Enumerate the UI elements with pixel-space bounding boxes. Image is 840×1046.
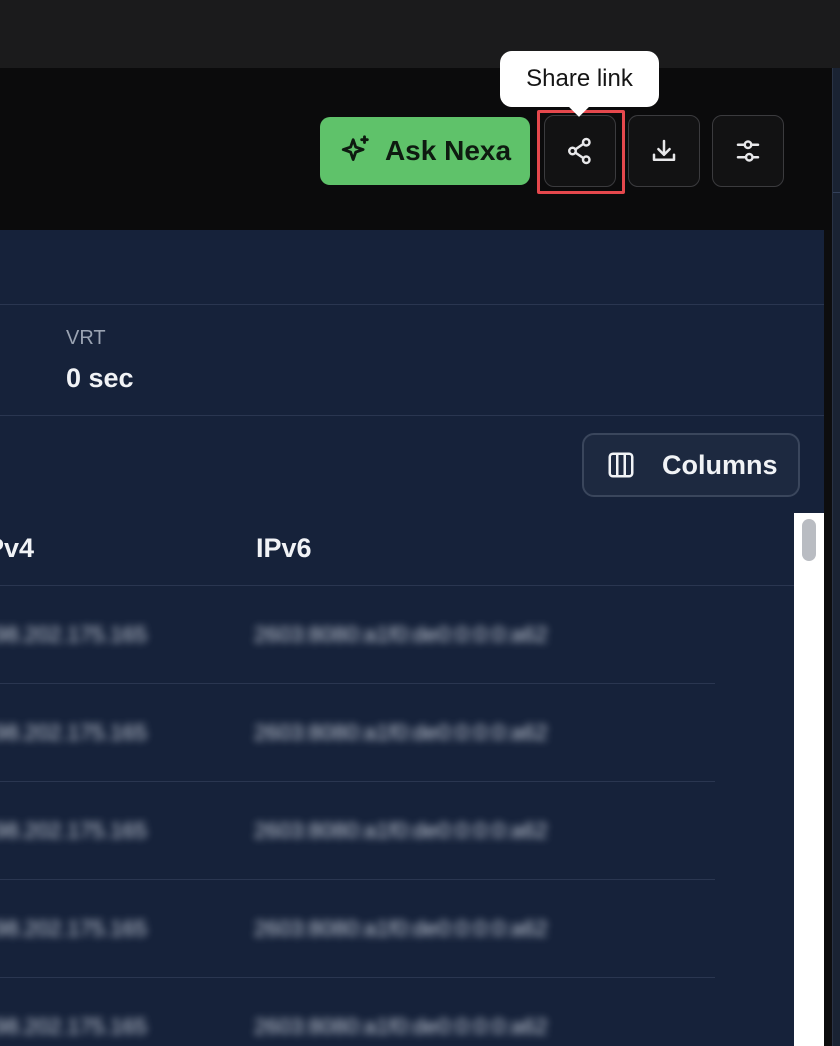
download-button[interactable] xyxy=(628,115,700,187)
divider xyxy=(833,192,840,193)
ipv4-cell: 98.202.175.165 xyxy=(0,720,147,745)
ipv4-cell: 98.202.175.165 xyxy=(0,818,147,843)
column-header-ipv6[interactable]: IPv6 xyxy=(256,533,312,564)
ask-nexa-label: Ask Nexa xyxy=(384,135,512,166)
vrt-value: 0 sec xyxy=(66,363,134,393)
scrollbar-thumb[interactable] xyxy=(802,519,816,561)
share-icon xyxy=(568,137,591,165)
ipv6-cell: 2603:8080:a1f0:de0:0:0:0:a62 xyxy=(254,720,548,745)
table-row[interactable]: 98.202.175.165 2603:8080:a1f0:de0:0:0:0:… xyxy=(0,782,715,880)
share-link-button[interactable] xyxy=(544,115,616,187)
ipv4-cell: 98.202.175.165 xyxy=(0,1014,147,1039)
table-row[interactable]: 98.202.175.165 2603:8080:a1f0:de0:0:0:0:… xyxy=(0,978,715,1046)
ipv6-cell: 2603:8080:a1f0:de0:0:0:0:a62 xyxy=(254,916,548,941)
vrt-label: VRT xyxy=(66,327,106,349)
right-edge-panel xyxy=(832,68,840,1046)
ipv6-cell: 2603:8080:a1f0:de0:0:0:0:a62 xyxy=(254,622,548,647)
tooltip-text: Share link xyxy=(526,65,633,92)
ipv6-cell: 2603:8080:a1f0:de0:0:0:0:a62 xyxy=(254,1014,548,1039)
table-scrollbar[interactable] xyxy=(794,513,824,1046)
ask-nexa-button[interactable]: Ask Nexa xyxy=(320,117,530,185)
table-row[interactable]: 98.202.175.165 2603:8080:a1f0:de0:0:0:0:… xyxy=(0,880,715,978)
columns-label: Columns xyxy=(662,449,778,480)
divider xyxy=(0,415,824,416)
sliders-icon xyxy=(736,140,760,162)
sparkles-icon xyxy=(341,135,369,161)
window-top-bar xyxy=(0,0,840,68)
content-panel: VRT 0 sec Columns Pv4 IPv6 98.202.175.16… xyxy=(0,230,824,1046)
columns-button[interactable]: Columns xyxy=(582,433,800,497)
columns-icon xyxy=(608,452,634,478)
ipv4-cell: 98.202.175.165 xyxy=(0,622,147,647)
table-row[interactable]: 98.202.175.165 2603:8080:a1f0:de0:0:0:0:… xyxy=(0,684,715,782)
ipv4-cell: 98.202.175.165 xyxy=(0,916,147,941)
download-icon xyxy=(652,139,676,161)
view-settings-button[interactable] xyxy=(712,115,784,187)
column-header-ipv4[interactable]: Pv4 xyxy=(0,533,34,564)
divider xyxy=(0,304,824,305)
share-link-tooltip: Share link xyxy=(500,51,659,117)
ipv6-cell: 2603:8080:a1f0:de0:0:0:0:a62 xyxy=(254,818,548,843)
table-row[interactable]: 98.202.175.165 2603:8080:a1f0:de0:0:0:0:… xyxy=(0,586,715,684)
